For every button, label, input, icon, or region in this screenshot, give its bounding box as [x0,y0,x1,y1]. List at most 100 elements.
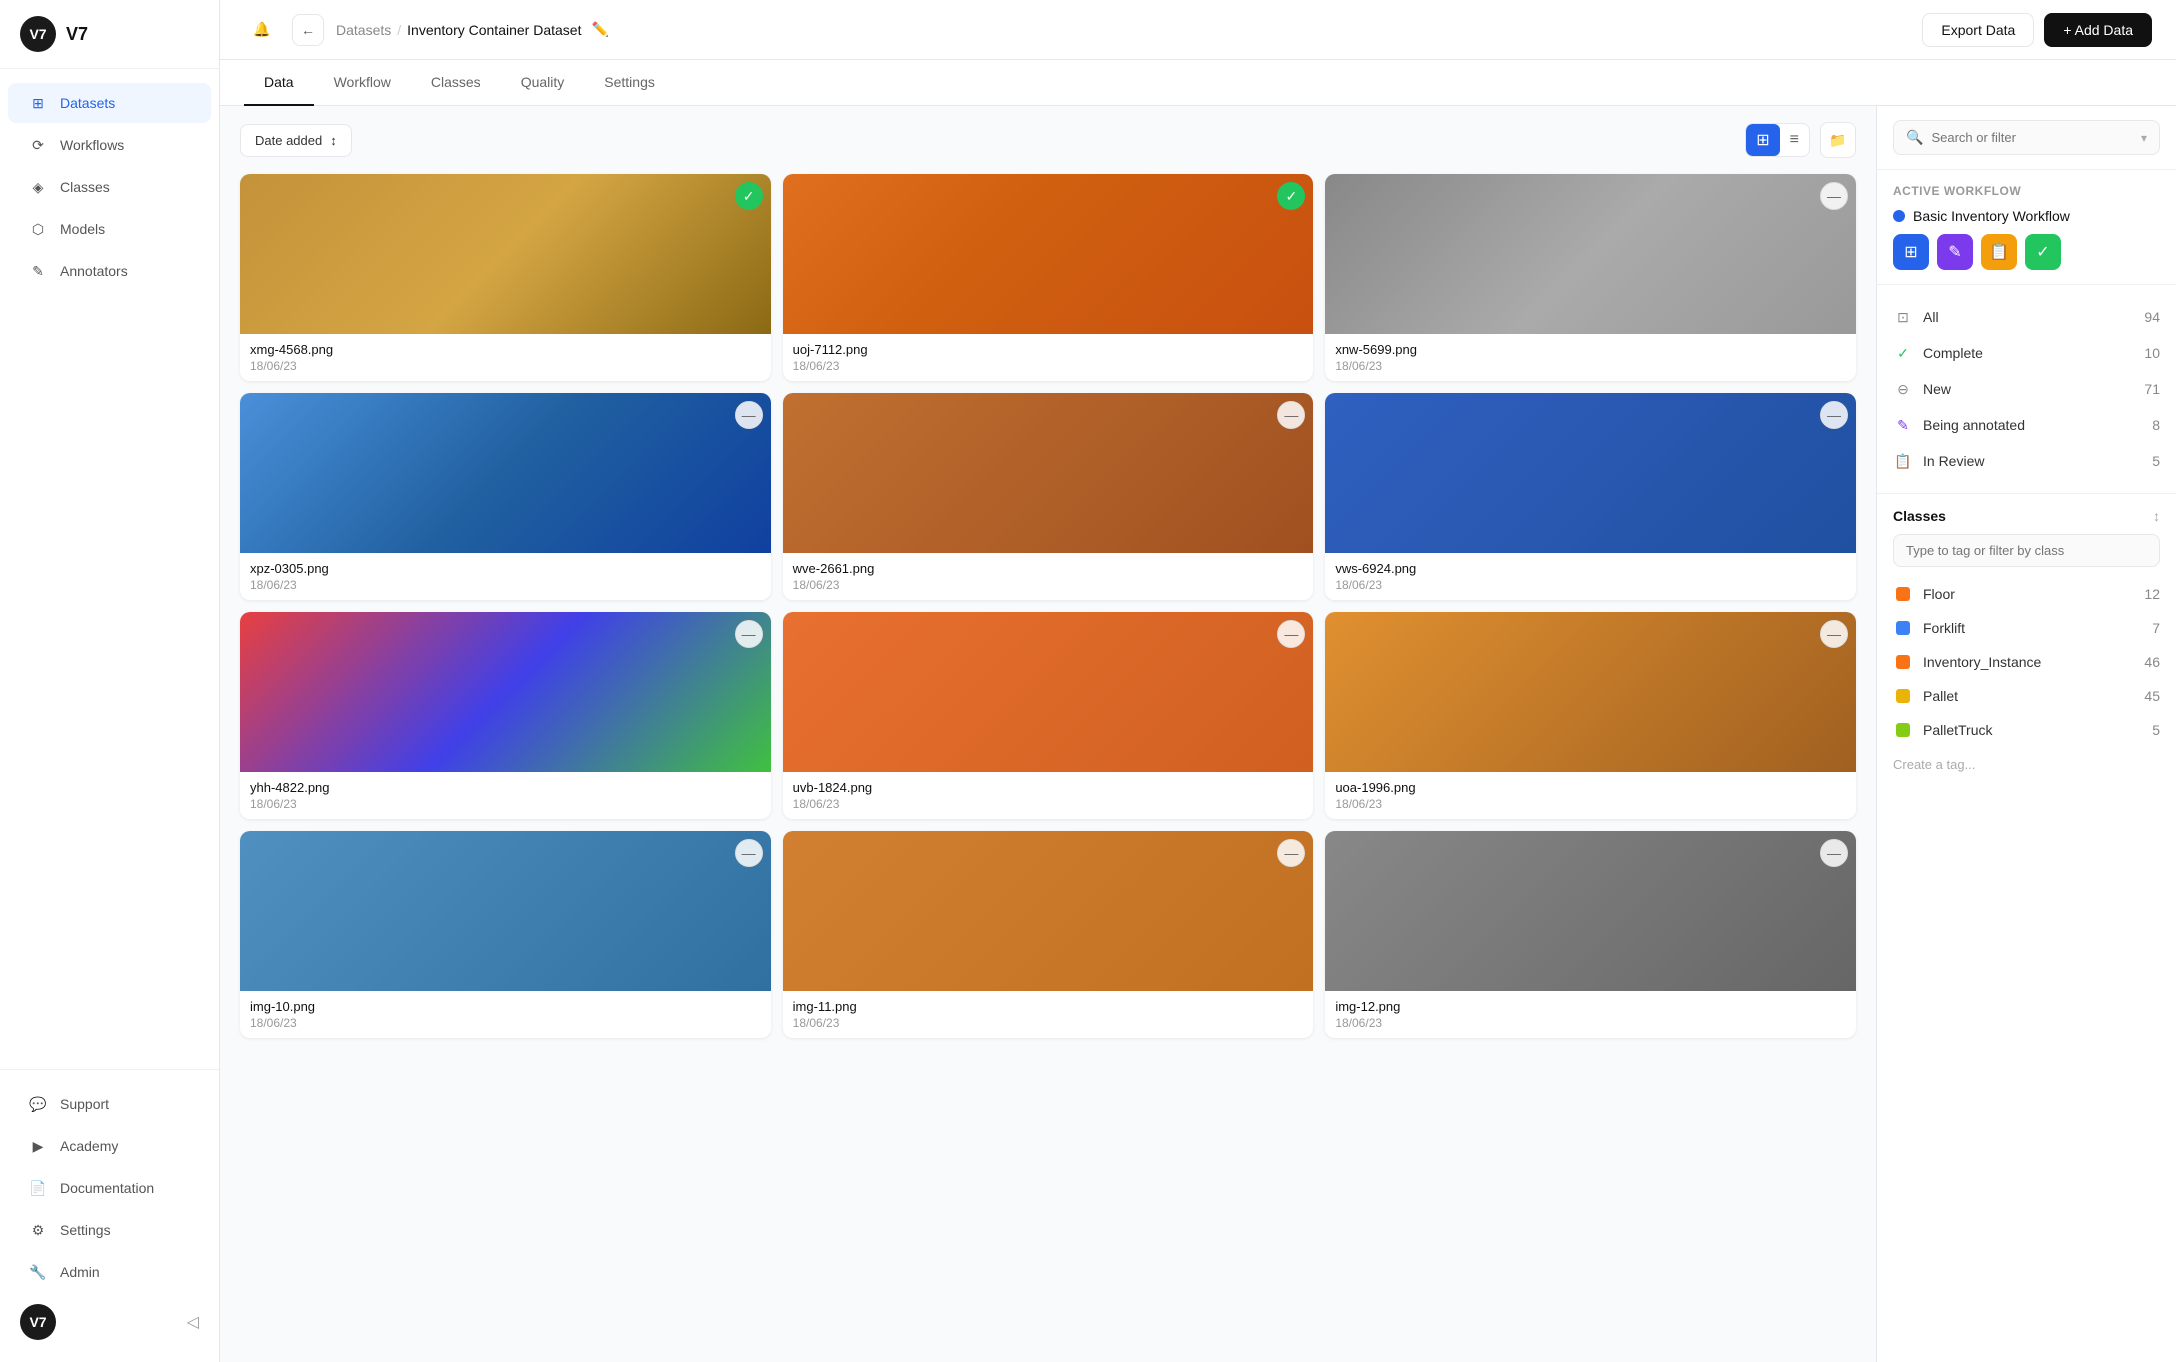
status-item-new[interactable]: ⊖ New 71 [1893,371,2160,407]
image-card[interactable]: — uvb-1824.png 18/06/23 [783,612,1314,819]
sidebar-label-support: Support [60,1096,109,1112]
image-info: yhh-4822.png 18/06/23 [240,772,771,819]
image-name: xpz-0305.png [250,561,761,576]
image-card[interactable]: — img-10.png 18/06/23 [240,831,771,1038]
grid-view-button[interactable]: ⊞ [1746,124,1779,156]
image-date: 18/06/23 [1335,1016,1846,1030]
workflow-stage-icons: ⊞ ✎ 📋 ✓ [1893,234,2160,270]
workflow-stage-grid[interactable]: ⊞ [1893,234,1929,270]
image-name: uvb-1824.png [793,780,1304,795]
image-card[interactable]: — uoa-1996.png 18/06/23 [1325,612,1856,819]
tab-data[interactable]: Data [244,60,314,106]
class-item-pallet_truck[interactable]: PalletTruck 5 [1893,713,2160,747]
image-thumbnail: — [240,393,771,553]
header-left: 🔔 ← Datasets / Inventory Container Datas… [244,12,609,48]
settings-icon: ⚙ [28,1220,48,1240]
back-button[interactable]: ← [292,14,324,46]
image-info: xmg-4568.png 18/06/23 [240,334,771,381]
breadcrumb-root[interactable]: Datasets [336,22,391,38]
image-date: 18/06/23 [793,797,1304,811]
class-item-inventory_instance[interactable]: Inventory_Instance 46 [1893,645,2160,679]
status-item-left: ⊡ All [1893,307,1939,327]
sidebar-item-datasets[interactable]: ⊞ Datasets [8,83,211,123]
sidebar-label-workflows: Workflows [60,137,124,153]
tab-settings[interactable]: Settings [584,60,675,106]
sidebar-item-models[interactable]: ⬡ Models [8,209,211,249]
class-item-forklift[interactable]: Forklift 7 [1893,611,2160,645]
logo-icon[interactable]: V7 [20,16,56,52]
class-item-pallet[interactable]: Pallet 45 [1893,679,2160,713]
sidebar-item-workflows[interactable]: ⟳ Workflows [8,125,211,165]
folder-view-button[interactable]: 📁 [1820,122,1856,158]
image-card[interactable]: — img-12.png 18/06/23 [1325,831,1856,1038]
status-badge: ✓ [735,182,763,210]
content-area: Date added ↕ ⊞ ≡ 📁 ✓ xmg-4568.png [220,106,2176,1362]
notification-bell[interactable]: 🔔 [244,12,280,48]
image-info: wve-2661.png 18/06/23 [783,553,1314,600]
class-count-forklift: 7 [2152,620,2160,636]
sidebar-item-academy[interactable]: ▶ Academy [8,1126,211,1166]
sort-button[interactable]: Date added ↕ [240,124,352,157]
image-card[interactable]: — wve-2661.png 18/06/23 [783,393,1314,600]
image-card[interactable]: ✓ uoj-7112.png 18/06/23 [783,174,1314,381]
status-label-in_review: In Review [1923,453,1984,469]
image-date: 18/06/23 [1335,797,1846,811]
sidebar-item-support[interactable]: 💬 Support [8,1084,211,1124]
class-item-floor[interactable]: Floor 12 [1893,577,2160,611]
header: 🔔 ← Datasets / Inventory Container Datas… [220,0,2176,60]
image-card[interactable]: ✓ xmg-4568.png 18/06/23 [240,174,771,381]
status-count-in_review: 5 [2152,453,2160,469]
sidebar-item-documentation[interactable]: 📄 Documentation [8,1168,211,1208]
status-label-all: All [1923,309,1939,325]
class-name-forklift: Forklift [1923,620,1965,636]
image-name: img-11.png [793,999,1304,1014]
datasets-icon: ⊞ [28,93,48,113]
workflow-stage-complete[interactable]: ✓ [2025,234,2061,270]
status-badge: — [1277,620,1305,648]
sidebar-label-models: Models [60,221,105,237]
search-box: 🔍 ▾ [1893,120,2160,155]
workflow-stage-review[interactable]: 📋 [1981,234,2017,270]
image-card[interactable]: — yhh-4822.png 18/06/23 [240,612,771,819]
data-toolbar: Date added ↕ ⊞ ≡ 📁 [240,122,1856,158]
tab-quality[interactable]: Quality [501,60,585,106]
status-item-left: ✎ Being annotated [1893,415,2025,435]
classes-sort-icon[interactable]: ↕ [2153,508,2160,524]
status-item-complete[interactable]: ✓ Complete 10 [1893,335,2160,371]
image-card[interactable]: — xnw-5699.png 18/06/23 [1325,174,1856,381]
status-icon-complete: ✓ [1893,343,1913,363]
image-card[interactable]: — vws-6924.png 18/06/23 [1325,393,1856,600]
sidebar-item-settings[interactable]: ⚙ Settings [8,1210,211,1250]
sidebar-item-admin[interactable]: 🔧 Admin [8,1252,211,1292]
class-left: PalletTruck [1893,720,1993,740]
status-item-all[interactable]: ⊡ All 94 [1893,299,2160,335]
image-date: 18/06/23 [250,359,761,373]
class-search-input[interactable] [1906,543,2147,558]
sidebar-label-admin: Admin [60,1264,100,1280]
image-card[interactable]: — xpz-0305.png 18/06/23 [240,393,771,600]
create-tag-hint[interactable]: Create a tag... [1893,747,2160,782]
classes-title: Classes [1893,508,1946,524]
sidebar-item-classes[interactable]: ◈ Classes [8,167,211,207]
class-left: Floor [1893,584,1955,604]
tab-classes[interactable]: Classes [411,60,501,106]
tab-workflow[interactable]: Workflow [314,60,411,106]
export-data-button[interactable]: Export Data [1922,13,2034,47]
workflow-stage-annotate[interactable]: ✎ [1937,234,1973,270]
list-view-button[interactable]: ≡ [1780,125,1809,155]
footer-logo[interactable]: V7 [20,1304,56,1340]
image-thumbnail: — [240,612,771,772]
annotators-icon: ✎ [28,261,48,281]
status-item-in_review[interactable]: 📋 In Review 5 [1893,443,2160,479]
add-data-button[interactable]: + Add Data [2044,13,2152,47]
sort-icon: ↕ [330,133,337,148]
image-card[interactable]: — img-11.png 18/06/23 [783,831,1314,1038]
image-thumbnail: — [1325,612,1856,772]
status-item-being_annotated[interactable]: ✎ Being annotated 8 [1893,407,2160,443]
support-icon: 💬 [28,1094,48,1114]
edit-dataset-name-icon[interactable]: ✏️ [591,21,608,38]
sidebar-item-annotators[interactable]: ✎ Annotators [8,251,211,291]
collapse-sidebar-button[interactable]: ◁ [187,1312,199,1332]
search-input[interactable] [1931,130,2133,145]
search-dropdown-arrow[interactable]: ▾ [2141,131,2147,145]
